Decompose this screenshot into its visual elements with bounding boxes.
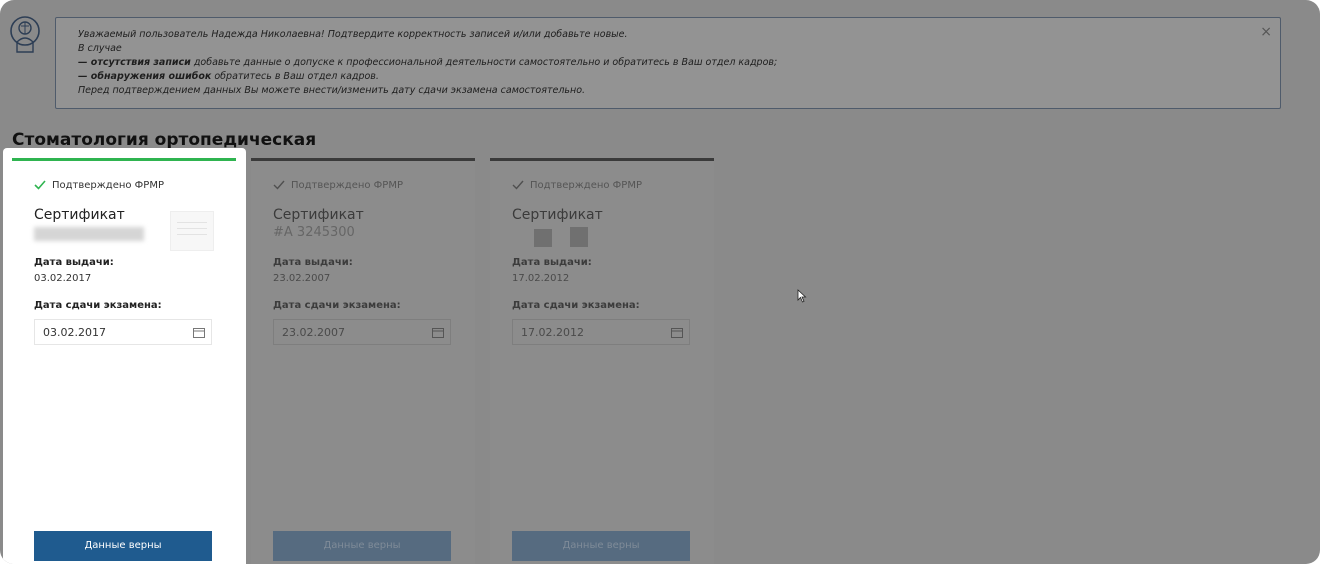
issue-date-label: Дата выдачи:: [512, 257, 592, 268]
status-badge: Подтверждено ФРМР: [34, 179, 164, 191]
exam-date-value: 17.02.2012: [521, 326, 584, 339]
issue-date-label: Дата выдачи:: [34, 257, 114, 268]
calendar-icon[interactable]: [193, 327, 205, 338]
issue-date-label: Дата выдачи:: [273, 257, 353, 268]
ministry-logo-icon: [10, 16, 40, 53]
exam-date-value: 03.02.2017: [43, 326, 106, 339]
notice-exam-info: Перед подтверждением данных Вы можете вн…: [78, 85, 586, 96]
status-label: Подтверждено ФРМР: [291, 179, 403, 191]
confirm-button[interactable]: Данные верны: [273, 531, 451, 561]
certificate-title: Сертификат: [273, 207, 364, 223]
check-icon: [273, 180, 285, 190]
exam-date-input[interactable]: 17.02.2012: [512, 319, 690, 345]
notice-greeting: Уважаемый пользователь Надежда Николаевн…: [78, 29, 628, 40]
issue-date-value: 17.02.2012: [512, 273, 570, 284]
exam-date-label: Дата сдачи экзамена:: [273, 300, 401, 311]
exam-date-value: 23.02.2007: [282, 326, 345, 339]
exam-date-input[interactable]: 23.02.2007: [273, 319, 451, 345]
certificate-title: Сертификат: [512, 207, 603, 223]
status-badge: Подтверждено ФРМР: [273, 179, 403, 191]
document-thumbnail: [170, 211, 214, 251]
certificate-number: #А 3245300: [273, 225, 355, 240]
check-icon: [512, 180, 524, 190]
redacted-number: [34, 227, 144, 241]
exam-date-label: Дата сдачи экзамена:: [34, 300, 162, 311]
notice-item-missing: — отсутствия записи добавьте данные о до…: [78, 57, 778, 68]
notice-banner: Уважаемый пользователь Надежда Николаевн…: [55, 17, 1281, 109]
confirm-button[interactable]: Данные верны: [34, 531, 212, 561]
exam-date-label: Дата сдачи экзамена:: [512, 300, 640, 311]
status-badge: Подтверждено ФРМР: [512, 179, 642, 191]
notice-case: В случае: [78, 43, 122, 54]
calendar-icon[interactable]: [671, 327, 683, 338]
issue-date-value: 23.02.2007: [273, 273, 331, 284]
close-icon[interactable]: ×: [1260, 25, 1272, 39]
status-label: Подтверждено ФРМР: [530, 179, 642, 191]
issue-date-value: 03.02.2017: [34, 273, 92, 284]
redacted-block: [570, 227, 588, 247]
check-icon: [34, 180, 46, 190]
confirm-button[interactable]: Данные верны: [512, 531, 690, 561]
exam-date-input[interactable]: 03.02.2017: [34, 319, 212, 345]
section-title: Стоматология ортопедическая: [12, 130, 317, 150]
certificate-card: Подтверждено ФРМР Сертификат Дата выдачи…: [490, 158, 714, 564]
status-label: Подтверждено ФРМР: [52, 179, 164, 191]
certificate-card: Подтверждено ФРМР Сертификат Дата выдачи…: [12, 158, 236, 564]
redacted-block: [534, 229, 552, 247]
app-frame: Уважаемый пользователь Надежда Николаевн…: [0, 0, 1320, 564]
mouse-cursor-icon: [797, 289, 807, 303]
calendar-icon[interactable]: [432, 327, 444, 338]
certificate-card: Подтверждено ФРМР Сертификат #А 3245300 …: [251, 158, 475, 564]
certificate-title: Сертификат: [34, 207, 125, 223]
notice-item-errors: — обнаружения ошибок обратитесь в Ваш от…: [78, 71, 379, 82]
